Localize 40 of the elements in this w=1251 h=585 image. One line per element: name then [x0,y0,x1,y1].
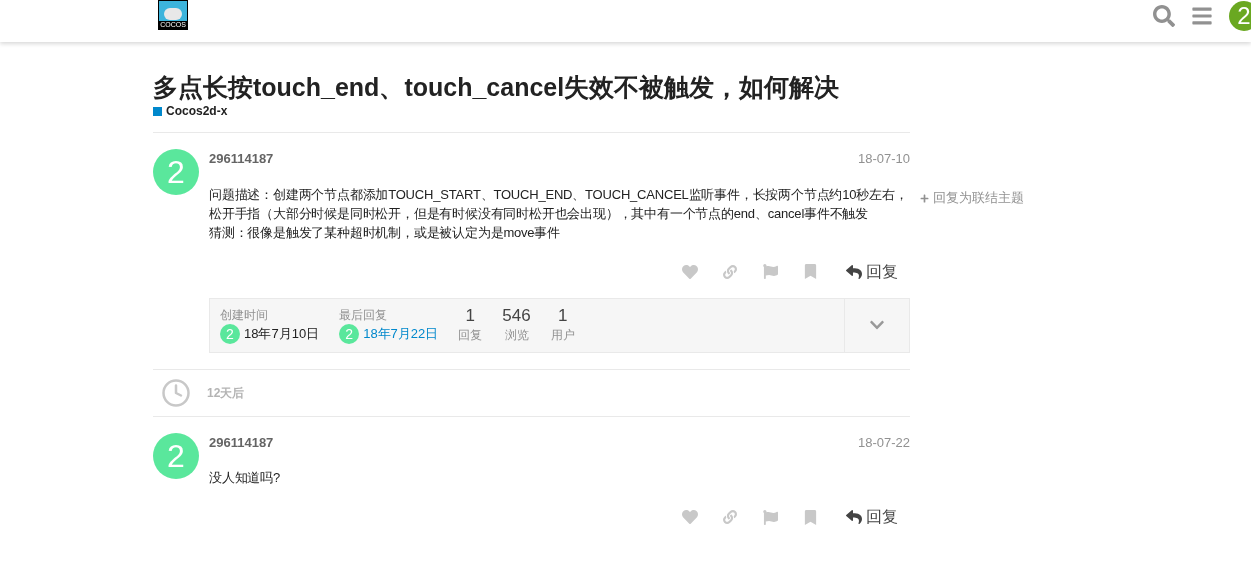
bookmark-icon [802,509,818,525]
stat-label: 用户 [550,327,575,344]
stat-value: 1 [465,306,476,326]
plus-icon [920,193,929,203]
topic-title: 多点长按touch_end、touch_cancel失效不被触发，如何解决 [153,72,841,102]
stat-label: 浏览 [504,327,529,344]
post-text: 没人知道吗? [209,469,282,487]
menu-button[interactable] [1191,5,1213,27]
post-text: 问题描述：创建两个节点都添加TOUCH_START、TOUCH_END、TOUCH_CANCEL监听事件，长按两个节点约10秒左右，松开手指（大部分时候是同时松开，但是有时候没有同时松开也会出现），其中有一个节点的end、cancel事件不触发 [209,185,909,223]
link-icon [723,510,737,524]
created-label: 创建时间 [220,307,269,324]
search-icon [1153,5,1175,27]
stat-value: 546 [502,306,531,326]
reply-as-linked-topic-button[interactable]: 回复为联结主题 [920,188,1024,208]
heart-icon [682,509,698,525]
stat-label: 回复 [458,327,483,344]
stat-value: 1 [557,306,568,326]
flag-icon [762,509,778,525]
clock-icon [161,377,191,408]
bookmark-icon [802,264,818,279]
last-reply-label: 最后回复 [339,307,389,324]
menu-icon [1191,5,1213,27]
search-button[interactable] [1153,5,1175,27]
last-reply-date[interactable]: 18年7月22日 [363,324,439,344]
post-date: 18-07-22 [857,433,910,452]
username[interactable]: 296114187 [209,432,274,452]
user-avatar[interactable]: 2 [1229,1,1251,31]
reply-button[interactable]: 回复 [846,257,898,286]
category-link[interactable]: Cocos2d-x [166,102,228,120]
reply-button[interactable]: 回复 [846,503,898,531]
time-gap: 12天后 [207,384,245,402]
post-text: 猜测：很像是触发了某种超时机制，或是被认定为是move事件 [209,223,561,242]
heart-icon [682,263,698,280]
reply-icon [846,509,862,525]
reply-icon [846,263,862,280]
flag-icon [762,264,778,279]
post-date: 18-07-10 [857,150,910,168]
link-icon [723,264,737,279]
username[interactable]: 296114187 [209,149,274,169]
created-date: 18年7月10日 [244,325,320,344]
